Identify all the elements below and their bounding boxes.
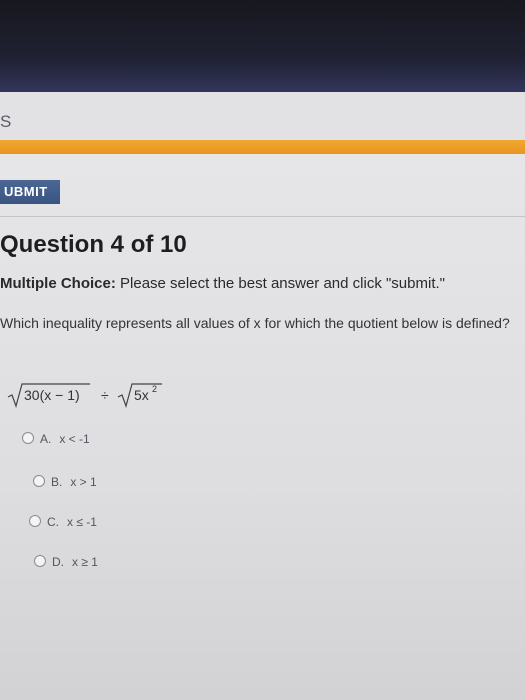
accent-bar (0, 140, 525, 154)
expression-svg: 30(x − 1) ÷ 5x 2 (7, 383, 162, 408)
choice-letter: C. (47, 515, 59, 529)
choice-d[interactable]: D. x ≥ 1 (34, 555, 98, 569)
right-radicand-exponent: 2 (152, 384, 157, 394)
choice-text: x > 1 (70, 475, 97, 489)
choice-b[interactable]: B. x > 1 (33, 475, 97, 489)
top-bar (0, 0, 525, 92)
radio-button-icon[interactable] (22, 432, 34, 444)
radio-button-icon[interactable] (34, 555, 46, 567)
choice-a[interactable]: A. x < -1 (22, 432, 90, 446)
instruction-text: Please select the best answer and click … (120, 275, 445, 292)
question-type-label: Multiple Choice: (0, 275, 116, 292)
question-prompt: Which inequality represents all values o… (0, 315, 510, 331)
right-radicand-base: 5x (134, 387, 149, 403)
math-expression: 30(x − 1) ÷ 5x 2 (6, 378, 176, 408)
choice-text: x ≥ 1 (72, 555, 98, 569)
radio-button-icon[interactable] (33, 475, 45, 487)
choice-text: x ≤ -1 (67, 515, 97, 529)
instructions: Multiple Choice: Please select the best … (0, 275, 445, 292)
question-title: Question 4 of 10 (0, 231, 187, 258)
division-operator: ÷ (101, 387, 109, 403)
divider (0, 216, 525, 217)
top-bar-highlight (0, 62, 525, 92)
nav-label-fragment[interactable]: S (0, 112, 12, 132)
choice-letter: A. (40, 432, 52, 446)
choice-c[interactable]: C. x ≤ -1 (29, 515, 97, 529)
left-radicand: 30(x − 1) (24, 387, 80, 403)
radio-button-icon[interactable] (29, 515, 41, 527)
choice-letter: D. (52, 555, 64, 569)
choice-text: x < -1 (59, 432, 90, 446)
nav-strip (0, 92, 525, 140)
choice-letter: B. (51, 475, 63, 489)
submit-button[interactable]: UBMIT (0, 180, 60, 204)
